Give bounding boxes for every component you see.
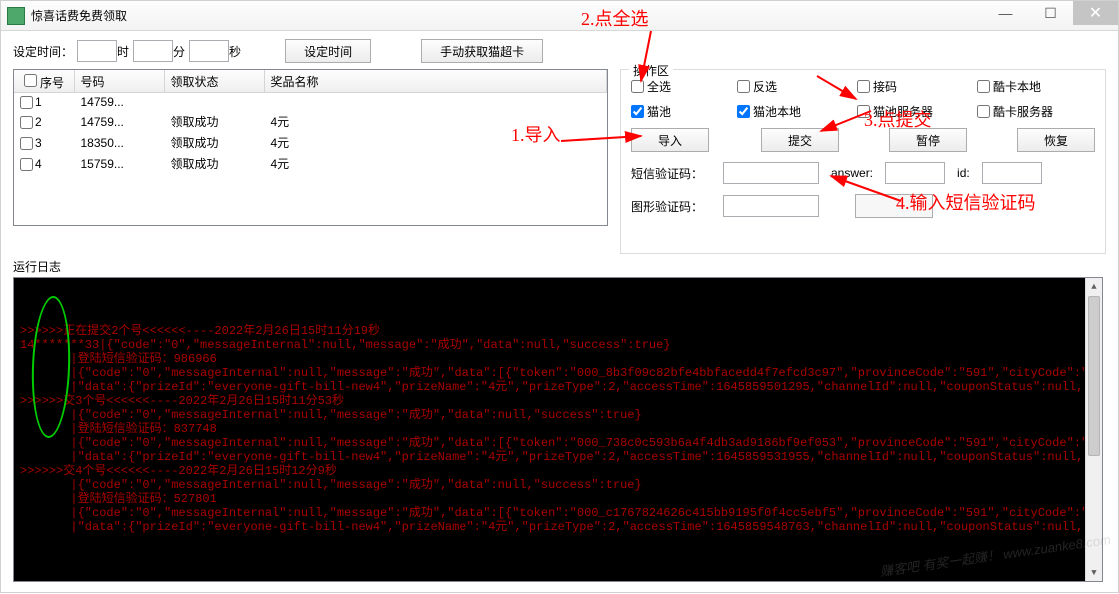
log-output[interactable]: >>>>>>正在提交2个号<<<<<<----2022年2月26日15时11分1… [13,277,1103,582]
answer-input[interactable] [885,162,945,184]
table-row[interactable]: 318350...领取成功4元 [14,132,607,153]
jiema-checkbox[interactable]: 接码 [857,78,977,95]
hour-input[interactable] [77,40,117,62]
kuka-server-checkbox[interactable]: 酷卡服务器 [977,103,1083,120]
log-scrollbar[interactable]: ▲ ▼ [1085,278,1102,581]
second-input[interactable] [189,40,229,62]
scroll-down-icon[interactable]: ▼ [1086,564,1102,581]
th-index: 序号 [40,76,64,90]
captcha-label: 图形验证码： [631,198,711,215]
maximize-button[interactable]: ☐ [1028,1,1073,25]
kuka-local-checkbox[interactable]: 酷卡本地 [977,78,1083,95]
manual-fetch-button[interactable]: 手动获取猫超卡 [421,39,543,63]
sms-code-input[interactable] [723,162,819,184]
minute-input[interactable] [133,40,173,62]
restore-button[interactable]: 恢复 [1017,128,1095,152]
set-time-button[interactable]: 设定时间 [285,39,371,63]
operations-group: 操作区 全选 反选 接码 酷卡本地 猫池 猫池本地 猫池服务器 酷卡服务器 导入… [620,69,1106,254]
table-row[interactable]: 415759...领取成功4元 [14,153,607,174]
records-table[interactable]: 序号 号码 领取状态 奖品名称 114759... 214759...领取成功4… [13,69,608,226]
invert-checkbox[interactable]: 反选 [737,78,857,95]
table-row[interactable]: 214759...领取成功4元 [14,111,607,132]
minute-suffix: 分 [173,43,185,60]
maochi-local-checkbox[interactable]: 猫池本地 [737,103,857,120]
row-checkbox[interactable] [20,116,33,129]
app-icon [7,7,25,25]
log-label: 运行日志 [13,258,1106,275]
window-controls: — ☐ ✕ [983,1,1118,25]
scroll-up-icon[interactable]: ▲ [1086,278,1102,295]
id-label: id: [957,166,970,180]
pause-button[interactable]: 暂停 [889,128,967,152]
row-checkbox[interactable] [20,158,33,171]
hour-suffix: 时 [117,43,129,60]
timer-label: 设定时间： [13,43,73,60]
maochi-server-checkbox[interactable]: 猫池服务器 [857,103,977,120]
second-suffix: 秒 [229,43,241,60]
scroll-thumb[interactable] [1088,296,1100,456]
table-row[interactable]: 114759... [14,93,607,112]
minimize-button[interactable]: — [983,1,1028,25]
group-title: 操作区 [629,62,673,79]
id-input[interactable] [982,162,1042,184]
titlebar: 惊喜话费免费领取 — ☐ ✕ [1,1,1118,31]
answer-label: answer: [831,166,873,180]
window-title: 惊喜话费免费领取 [31,7,127,24]
import-button[interactable]: 导入 [631,128,709,152]
select-all-checkbox[interactable]: 全选 [631,78,737,95]
header-checkbox[interactable] [24,74,37,87]
sms-label: 短信验证码： [631,165,711,182]
close-button[interactable]: ✕ [1073,1,1118,25]
th-phone: 号码 [74,70,164,93]
th-status: 领取状态 [164,70,264,93]
timer-row: 设定时间： 时 分 秒 设定时间 手动获取猫超卡 [13,39,1106,63]
captcha-image[interactable] [855,194,933,218]
captcha-input[interactable] [723,195,819,217]
submit-button[interactable]: 提交 [761,128,839,152]
maochi-checkbox[interactable]: 猫池 [631,103,737,120]
row-checkbox[interactable] [20,137,33,150]
row-checkbox[interactable] [20,96,33,109]
th-prize: 奖品名称 [264,70,607,93]
